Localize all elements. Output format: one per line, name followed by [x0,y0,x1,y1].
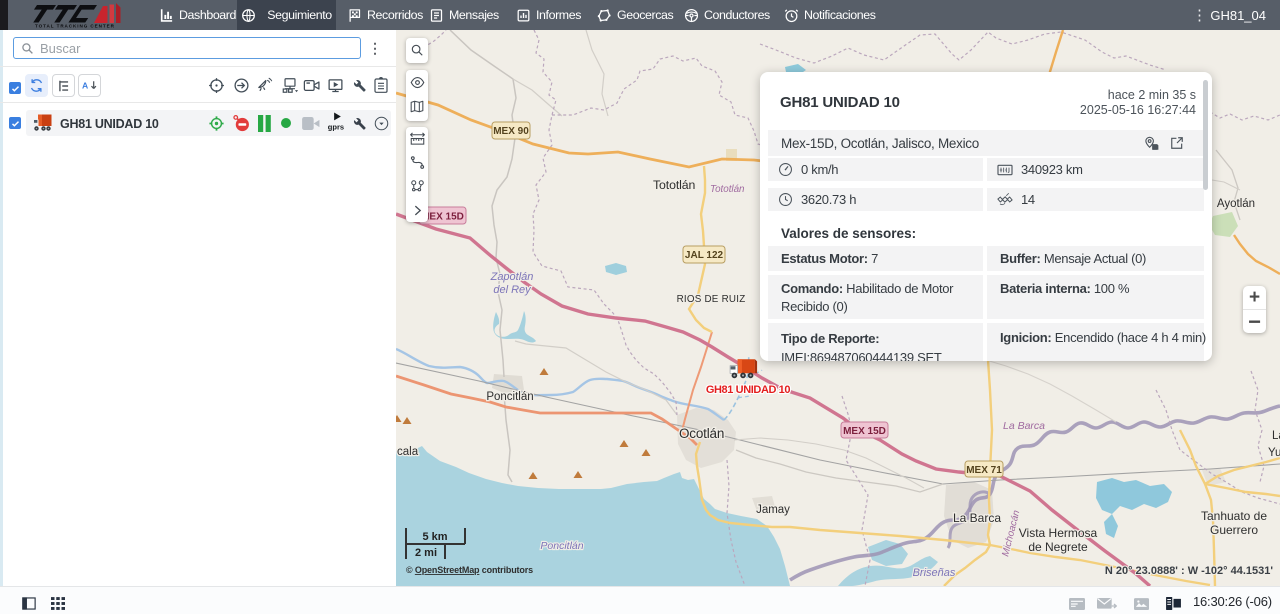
svg-text:Tanhuato de: Tanhuato de [1201,509,1267,523]
svg-text:La Barca: La Barca [1003,420,1045,432]
svg-text:Vista Hermosa: Vista Hermosa [1019,526,1098,540]
svg-text:JAL 122: JAL 122 [685,250,724,261]
svg-text:TOTAL TRACKING CENTER: TOTAL TRACKING CENTER [35,24,115,29]
svg-text:La Barca: La Barca [953,511,1001,525]
svg-text:Jamay: Jamay [756,504,790,516]
svg-text:Tototlán: Tototlán [710,184,745,195]
svg-text:Poncitlán: Poncitlán [540,540,583,552]
svg-text:MEX 15D: MEX 15D [843,426,886,437]
svg-text:Ayotlán: Ayotlán [1217,198,1255,210]
svg-text:La: La [1272,430,1280,442]
svg-text:2 mi: 2 mi [415,547,437,559]
svg-text:Guerrero: Guerrero [1210,523,1258,537]
svg-text:gprs: gprs [328,123,344,132]
svg-text:MEX 71: MEX 71 [966,465,1002,476]
svg-text:5 km: 5 km [422,531,447,543]
svg-text:Zapotlán: Zapotlán [490,271,534,283]
svg-text:Tototlán: Tototlán [653,178,696,192]
svg-text:Yu: Yu [1268,447,1280,459]
svg-text:GH81 UNIDAD 10: GH81 UNIDAD 10 [706,384,791,396]
svg-text:N 20° 23.0888' : W -102° 44.15: N 20° 23.0888' : W -102° 44.1531' [1105,565,1274,577]
svg-text:del Rey: del Rey [493,284,532,296]
svg-text:de Negrete: de Negrete [1028,540,1088,554]
svg-text:MEX 90: MEX 90 [493,126,529,137]
svg-text:cala: cala [397,446,419,458]
svg-text:Ocotlán: Ocotlán [679,426,724,441]
svg-text:Briseñas: Briseñas [913,567,956,579]
svg-text:© OpenStreetMap contributors: © OpenStreetMap contributors [406,565,533,575]
svg-text:Poncitlán: Poncitlán [486,391,533,403]
svg-text:A: A [82,81,88,91]
svg-text:RIOS DE RUIZ: RIOS DE RUIZ [677,294,746,305]
